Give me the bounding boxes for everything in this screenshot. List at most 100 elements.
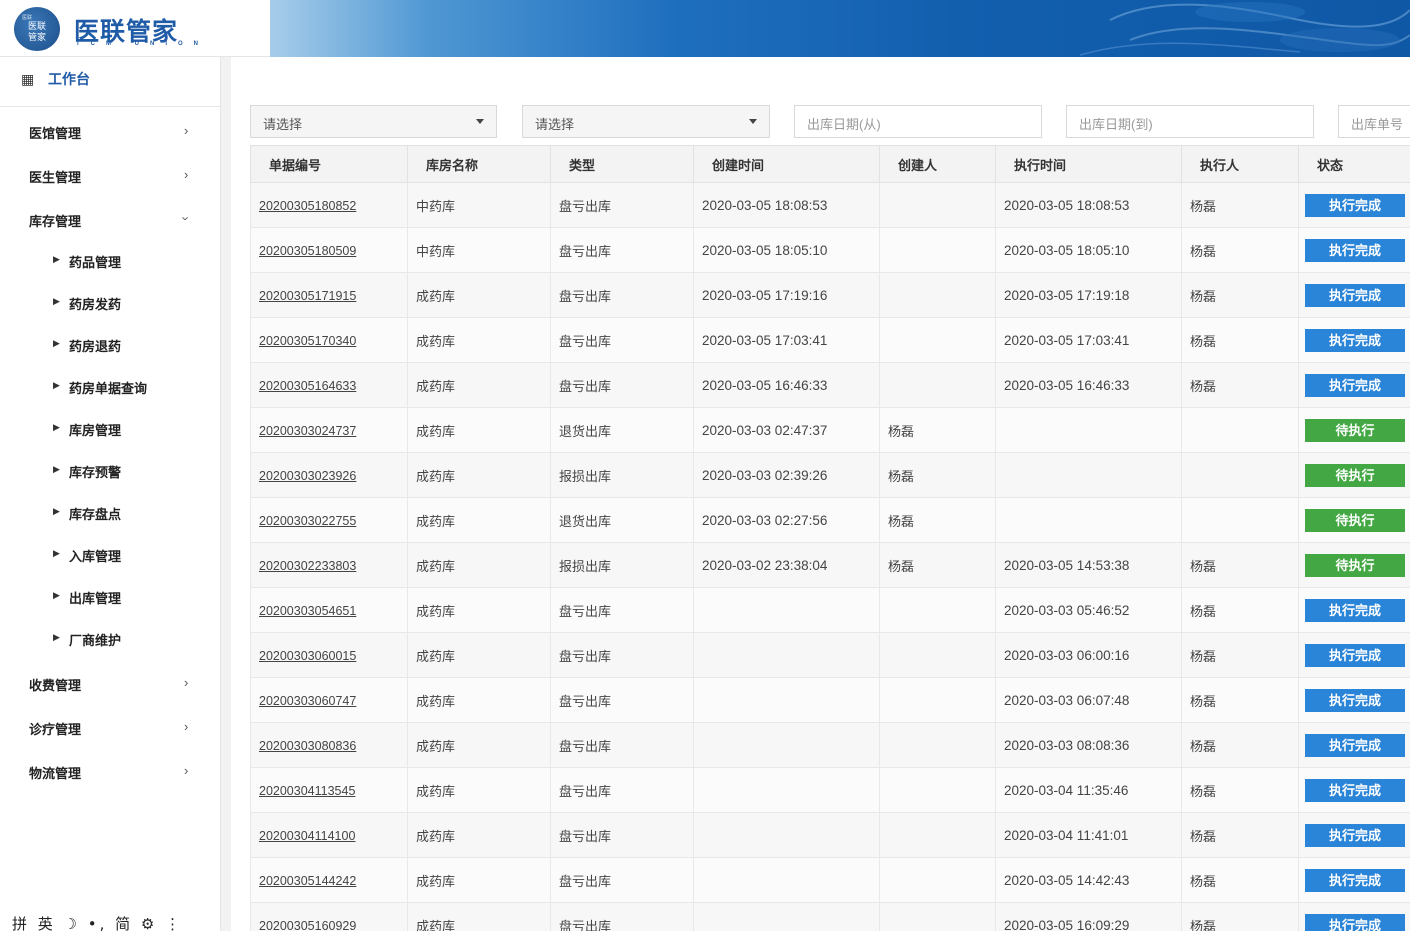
column-header[interactable]: 类型 bbox=[550, 145, 694, 183]
order-number-link[interactable]: 20200305170340 bbox=[259, 334, 356, 348]
table-row[interactable]: 20200303022755 成药库 退货出库 2020-03-03 02:27:56… bbox=[250, 497, 1410, 543]
order-number-link[interactable]: 20200303080836 bbox=[259, 739, 356, 753]
table-row[interactable]: 20200303080836 成药库 盘亏出库 2020-03-03 08:08:36… bbox=[250, 722, 1410, 768]
menu-billing-management[interactable]: 收费管理 › bbox=[0, 665, 221, 705]
order-number-link[interactable]: 20200303060747 bbox=[259, 694, 356, 708]
table-row[interactable]: 20200303060015 成药库 盘亏出库 2020-03-03 06:00:16… bbox=[250, 632, 1410, 678]
order-number-link[interactable]: 20200303024737 bbox=[259, 424, 356, 438]
order-number-link[interactable]: 20200303023926 bbox=[259, 469, 356, 483]
order-number-link[interactable]: 20200305164633 bbox=[259, 379, 356, 393]
table-row[interactable]: 20200303054651 成药库 盘亏出库 2020-03-03 05:46:52… bbox=[250, 587, 1410, 633]
sidebar-item-vendor[interactable]: ▶ 厂商维护 bbox=[0, 622, 221, 660]
status-badge[interactable]: 执行完成 bbox=[1305, 913, 1405, 931]
sidebar-item-stocktaking[interactable]: ▶ 库存盘点 bbox=[0, 496, 221, 534]
table-row[interactable]: 20200305180852 中药库 盘亏出库 2020-03-05 18:08:53… bbox=[250, 182, 1410, 228]
status-badge[interactable]: 执行完成 bbox=[1305, 868, 1405, 892]
sidebar-item-pharmacy-query[interactable]: ▶ 药房单据查询 bbox=[0, 370, 221, 408]
column-header[interactable]: 创建人 bbox=[879, 145, 996, 183]
menu-treatment-management[interactable]: 诊疗管理 › bbox=[0, 709, 221, 749]
order-number-cell: 20200303080836 bbox=[250, 722, 408, 768]
menu-logistics-management[interactable]: 物流管理 › bbox=[0, 753, 221, 793]
status-badge[interactable]: 待执行 bbox=[1305, 508, 1405, 532]
status-badge[interactable]: 待执行 bbox=[1305, 553, 1405, 577]
sidebar-workbench[interactable]: ▦ 工作台 bbox=[0, 57, 221, 107]
order-number-link[interactable]: 20200303060015 bbox=[259, 649, 356, 663]
column-header[interactable]: 执行人 bbox=[1181, 145, 1299, 183]
status-badge[interactable]: 执行完成 bbox=[1305, 328, 1405, 352]
status-badge[interactable]: 执行完成 bbox=[1305, 733, 1405, 757]
table-row[interactable]: 20200305170340 成药库 盘亏出库 2020-03-05 17:03:41… bbox=[250, 317, 1410, 363]
status-badge[interactable]: 执行完成 bbox=[1305, 193, 1405, 217]
executor-cell: 杨磊 bbox=[1181, 182, 1299, 228]
date-to-input[interactable]: 出库日期(到) bbox=[1066, 105, 1314, 138]
creator-cell bbox=[879, 632, 996, 678]
order-number-link[interactable]: 20200303054651 bbox=[259, 604, 356, 618]
status-badge[interactable]: 执行完成 bbox=[1305, 688, 1405, 712]
order-number-link[interactable]: 20200305180509 bbox=[259, 244, 356, 258]
table-row[interactable]: 20200304113545 成药库 盘亏出库 2020-03-04 11:35:46… bbox=[250, 767, 1410, 813]
status-badge[interactable]: 执行完成 bbox=[1305, 373, 1405, 397]
order-number-link[interactable]: 20200304113545 bbox=[259, 784, 355, 798]
order-number-link[interactable]: 20200303022755 bbox=[259, 514, 356, 528]
table-row[interactable]: 20200303060747 成药库 盘亏出库 2020-03-03 06:07:48… bbox=[250, 677, 1410, 723]
status-badge[interactable]: 待执行 bbox=[1305, 463, 1405, 487]
order-number-link[interactable]: 20200305180852 bbox=[259, 199, 356, 213]
sub-item-label: 库存盘点 bbox=[69, 507, 122, 522]
status-badge[interactable]: 待执行 bbox=[1305, 418, 1405, 442]
menu-clinic-management[interactable]: 医馆管理 › bbox=[0, 113, 221, 153]
logo-area[interactable]: 医联 医联 管家 医联管家 TCM UNION bbox=[0, 0, 270, 57]
sidebar-item-inbound[interactable]: ▶ 入库管理 bbox=[0, 538, 221, 576]
sidebar-item-outbound[interactable]: ▶ 出库管理 bbox=[0, 580, 221, 618]
status-badge[interactable]: 执行完成 bbox=[1305, 283, 1405, 307]
caret-right-icon: ▶ bbox=[53, 422, 60, 432]
table-row[interactable]: 20200305160929 成药库 盘亏出库 2020-03-05 16:09:29… bbox=[250, 902, 1410, 931]
status-cell: 执行完成 bbox=[1298, 272, 1410, 318]
table-row[interactable]: 20200304114100 成药库 盘亏出库 2020-03-04 11:41:01… bbox=[250, 812, 1410, 858]
type-cell: 退货出库 bbox=[550, 497, 694, 543]
menu-inventory-management[interactable]: 库存管理 › bbox=[0, 201, 221, 241]
type-cell: 盘亏出库 bbox=[550, 272, 694, 318]
status-badge[interactable]: 执行完成 bbox=[1305, 823, 1405, 847]
warehouse-cell: 成药库 bbox=[407, 407, 551, 453]
warehouse-select[interactable]: 请选择 bbox=[250, 105, 497, 138]
menu-doctor-management[interactable]: 医生管理 › bbox=[0, 157, 221, 197]
caret-right-icon: ▶ bbox=[53, 632, 60, 642]
status-cell: 执行完成 bbox=[1298, 767, 1410, 813]
type-select[interactable]: 请选择 bbox=[522, 105, 770, 138]
status-badge[interactable]: 执行完成 bbox=[1305, 643, 1405, 667]
sidebar-item-warehouse-management[interactable]: ▶ 库房管理 bbox=[0, 412, 221, 450]
status-cell: 执行完成 bbox=[1298, 227, 1410, 273]
status-badge[interactable]: 执行完成 bbox=[1305, 778, 1405, 802]
table-row[interactable]: 20200305180509 中药库 盘亏出库 2020-03-05 18:05:10… bbox=[250, 227, 1410, 273]
column-header[interactable]: 库房名称 bbox=[407, 145, 551, 183]
status-badge[interactable]: 执行完成 bbox=[1305, 598, 1405, 622]
column-header[interactable]: 单据编号 bbox=[250, 145, 408, 183]
column-header[interactable]: 创建时间 bbox=[693, 145, 880, 183]
order-number-cell: 20200305171915 bbox=[250, 272, 408, 318]
order-number-link[interactable]: 20200305144242 bbox=[259, 874, 356, 888]
column-header[interactable]: 执行时间 bbox=[995, 145, 1182, 183]
table-row[interactable]: 20200305144242 成药库 盘亏出库 2020-03-05 14:42:43… bbox=[250, 857, 1410, 903]
sidebar-item-pharmacy-dispense[interactable]: ▶ 药房发药 bbox=[0, 286, 221, 324]
order-number-link[interactable]: 20200305171915 bbox=[259, 289, 356, 303]
creator-cell bbox=[879, 587, 996, 633]
order-number-input[interactable]: 出库单号 bbox=[1338, 105, 1410, 138]
table-row[interactable]: 20200303024737 成药库 退货出库 2020-03-03 02:47:37… bbox=[250, 407, 1410, 453]
sidebar-item-pharmacy-return[interactable]: ▶ 药房退药 bbox=[0, 328, 221, 366]
column-header[interactable]: 状态 bbox=[1298, 145, 1410, 183]
status-cell: 待执行 bbox=[1298, 497, 1410, 543]
table-row[interactable]: 20200305164633 成药库 盘亏出库 2020-03-05 16:46:33… bbox=[250, 362, 1410, 408]
table-row[interactable]: 20200305171915 成药库 盘亏出库 2020-03-05 17:19:16… bbox=[250, 272, 1410, 318]
table-row[interactable]: 20200303023926 成药库 报损出库 2020-03-03 02:39:26… bbox=[250, 452, 1410, 498]
order-number-link[interactable]: 20200304114100 bbox=[259, 829, 355, 843]
order-number-link[interactable]: 20200302233803 bbox=[259, 559, 356, 573]
logo-badge-line1: 医联 bbox=[27, 22, 46, 32]
date-from-input[interactable]: 出库日期(从) bbox=[794, 105, 1042, 138]
status-badge[interactable]: 执行完成 bbox=[1305, 238, 1405, 262]
sidebar-item-drug-management[interactable]: ▶ 药品管理 bbox=[0, 244, 221, 282]
sidebar-item-stock-alert[interactable]: ▶ 库存预警 bbox=[0, 454, 221, 492]
order-number-link[interactable]: 20200305160929 bbox=[259, 919, 356, 931]
ime-toolbar[interactable]: 拼 英 ☽ •, 简 ⚙ ⋮ bbox=[12, 913, 183, 931]
executed-time-cell: 2020-03-05 17:19:18 bbox=[995, 272, 1182, 318]
table-row[interactable]: 20200302233803 成药库 报损出库 2020-03-02 23:38:04… bbox=[250, 542, 1410, 588]
